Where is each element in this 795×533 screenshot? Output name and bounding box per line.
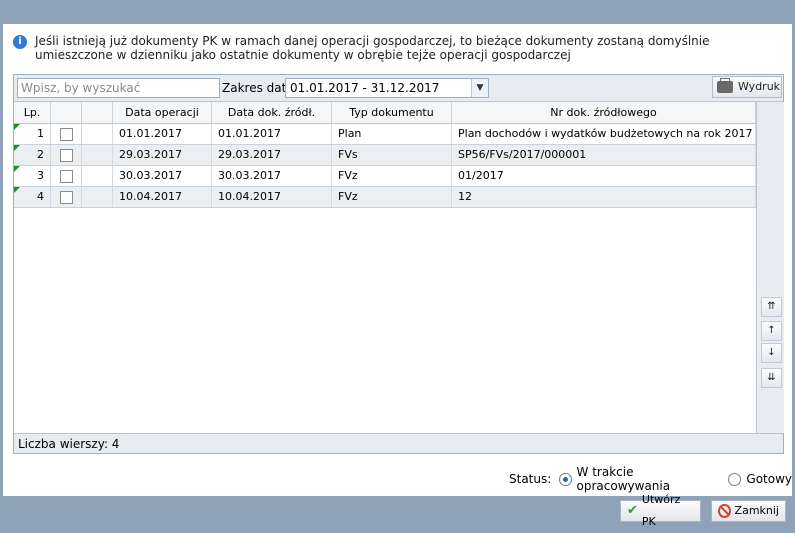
move-up-button[interactable]: ↑ bbox=[761, 321, 782, 341]
cell-marker bbox=[82, 124, 113, 144]
print-label: Wydruk bbox=[738, 80, 781, 93]
arrow-down-icon: ↓ bbox=[767, 347, 776, 358]
row-flag-icon bbox=[14, 166, 20, 172]
status-option-label: Gotowy bbox=[746, 472, 792, 486]
close-button[interactable]: Zamknij bbox=[711, 500, 786, 522]
print-button[interactable]: Wydruk bbox=[712, 76, 782, 98]
info-icon: i bbox=[13, 35, 27, 49]
documents-panel: Wpisz, by wyszukać Zakres dat: 01.01.201… bbox=[13, 74, 784, 454]
column-header-source-doc-number[interactable]: Nr dok. źródłowego bbox=[452, 102, 756, 123]
double-arrow-down-icon: ⇊ bbox=[767, 372, 776, 383]
cancel-icon bbox=[718, 504, 731, 518]
cell-source-doc-number: Plan dochodów i wydatków budżetowych na … bbox=[452, 124, 756, 144]
cell-doc-type: Plan bbox=[332, 124, 452, 144]
arrow-up-icon: ↑ bbox=[767, 325, 776, 336]
status-option-ready[interactable]: Gotowy bbox=[728, 472, 792, 486]
row-flag-icon bbox=[14, 145, 20, 151]
table-row[interactable]: 1 01.01.2017 01.01.2017 Plan Plan dochod… bbox=[14, 124, 756, 145]
row-count: Liczba wierszy: 4 bbox=[14, 433, 783, 453]
cell-select bbox=[51, 187, 82, 207]
close-label: Zamknij bbox=[734, 504, 779, 517]
cell-operation-date: 01.01.2017 bbox=[113, 124, 212, 144]
row-flag-icon bbox=[14, 124, 20, 130]
cell-doc-type: FVz bbox=[332, 166, 452, 186]
cell-select bbox=[51, 145, 82, 165]
cell-marker bbox=[82, 166, 113, 186]
cell-source-doc-number: 12 bbox=[452, 187, 756, 207]
column-header-marker[interactable] bbox=[82, 102, 113, 123]
cell-source-doc-date: 30.03.2017 bbox=[212, 166, 332, 186]
table-row[interactable]: 4 10.04.2017 10.04.2017 FVz 12 bbox=[14, 187, 756, 208]
cell-doc-type: FVz bbox=[332, 187, 452, 207]
grid-header: Lp. Data operacji Data dok. źródł. Typ d… bbox=[14, 102, 756, 124]
create-pk-button[interactable]: ✔ Utwórz PK bbox=[620, 493, 701, 528]
column-header-lp[interactable]: Lp. bbox=[14, 102, 51, 123]
move-to-top-button[interactable]: ⇈ bbox=[761, 297, 782, 317]
column-header-select[interactable] bbox=[51, 102, 82, 123]
cell-doc-type: FVs bbox=[332, 145, 452, 165]
row-checkbox[interactable] bbox=[59, 127, 73, 141]
cell-marker bbox=[82, 145, 113, 165]
printer-icon bbox=[717, 78, 733, 93]
cell-source-doc-date: 29.03.2017 bbox=[212, 145, 332, 165]
row-checkbox[interactable] bbox=[59, 190, 73, 204]
column-header-operation-date[interactable]: Data operacji bbox=[113, 102, 212, 123]
move-to-bottom-button[interactable]: ⇊ bbox=[761, 368, 782, 388]
cell-marker bbox=[82, 187, 113, 207]
search-input[interactable]: Wpisz, by wyszukać bbox=[17, 78, 220, 98]
cell-select bbox=[51, 166, 82, 186]
table-row[interactable]: 3 30.03.2017 30.03.2017 FVz 01/2017 bbox=[14, 166, 756, 187]
cell-operation-date: 29.03.2017 bbox=[113, 145, 212, 165]
column-header-doc-type[interactable]: Typ dokumentu bbox=[332, 102, 452, 123]
info-text: Jeśli istnieją już dokumenty PK w ramach… bbox=[35, 34, 710, 62]
toolbar: Wpisz, by wyszukać Zakres dat: 01.01.201… bbox=[14, 75, 783, 102]
date-range-value: 01.01.2017 - 31.12.2017 bbox=[290, 81, 440, 95]
row-move-toolbar: ⇈ ↑ ↓ ⇊ bbox=[756, 102, 784, 433]
grid-body: 1 01.01.2017 01.01.2017 Plan Plan dochod… bbox=[14, 124, 756, 208]
status-option-in-progress[interactable]: W trakcie opracowywania bbox=[559, 465, 720, 493]
radio-in-progress[interactable] bbox=[559, 472, 572, 486]
date-range-select[interactable]: 01.01.2017 - 31.12.2017 ▼ bbox=[285, 78, 489, 98]
cell-operation-date: 10.04.2017 bbox=[113, 187, 212, 207]
create-pk-label: Utwórz PK bbox=[641, 493, 681, 528]
cell-source-doc-date: 10.04.2017 bbox=[212, 187, 332, 207]
info-message: i Jeśli istnieją już dokumenty PK w rama… bbox=[13, 34, 783, 62]
double-arrow-up-icon: ⇈ bbox=[767, 301, 776, 312]
cell-source-doc-number: SP56/FVs/2017/000001 bbox=[452, 145, 756, 165]
move-down-button[interactable]: ↓ bbox=[761, 343, 782, 363]
chevron-down-icon[interactable]: ▼ bbox=[471, 79, 488, 97]
table-row[interactable]: 2 29.03.2017 29.03.2017 FVs SP56/FVs/201… bbox=[14, 145, 756, 166]
row-checkbox[interactable] bbox=[59, 169, 73, 183]
radio-ready[interactable] bbox=[728, 472, 742, 486]
dialog: i Jeśli istnieją już dokumenty PK w rama… bbox=[3, 24, 792, 496]
check-icon: ✔ bbox=[627, 503, 638, 518]
cell-source-doc-date: 01.01.2017 bbox=[212, 124, 332, 144]
date-range-label: Zakres dat: bbox=[222, 81, 291, 95]
cell-operation-date: 30.03.2017 bbox=[113, 166, 212, 186]
column-header-source-doc-date[interactable]: Data dok. źródł. bbox=[212, 102, 332, 123]
row-flag-icon bbox=[14, 187, 20, 193]
cell-source-doc-number: 01/2017 bbox=[452, 166, 756, 186]
status-label: Status: bbox=[509, 472, 552, 486]
row-checkbox[interactable] bbox=[59, 148, 73, 162]
cell-select bbox=[51, 124, 82, 144]
